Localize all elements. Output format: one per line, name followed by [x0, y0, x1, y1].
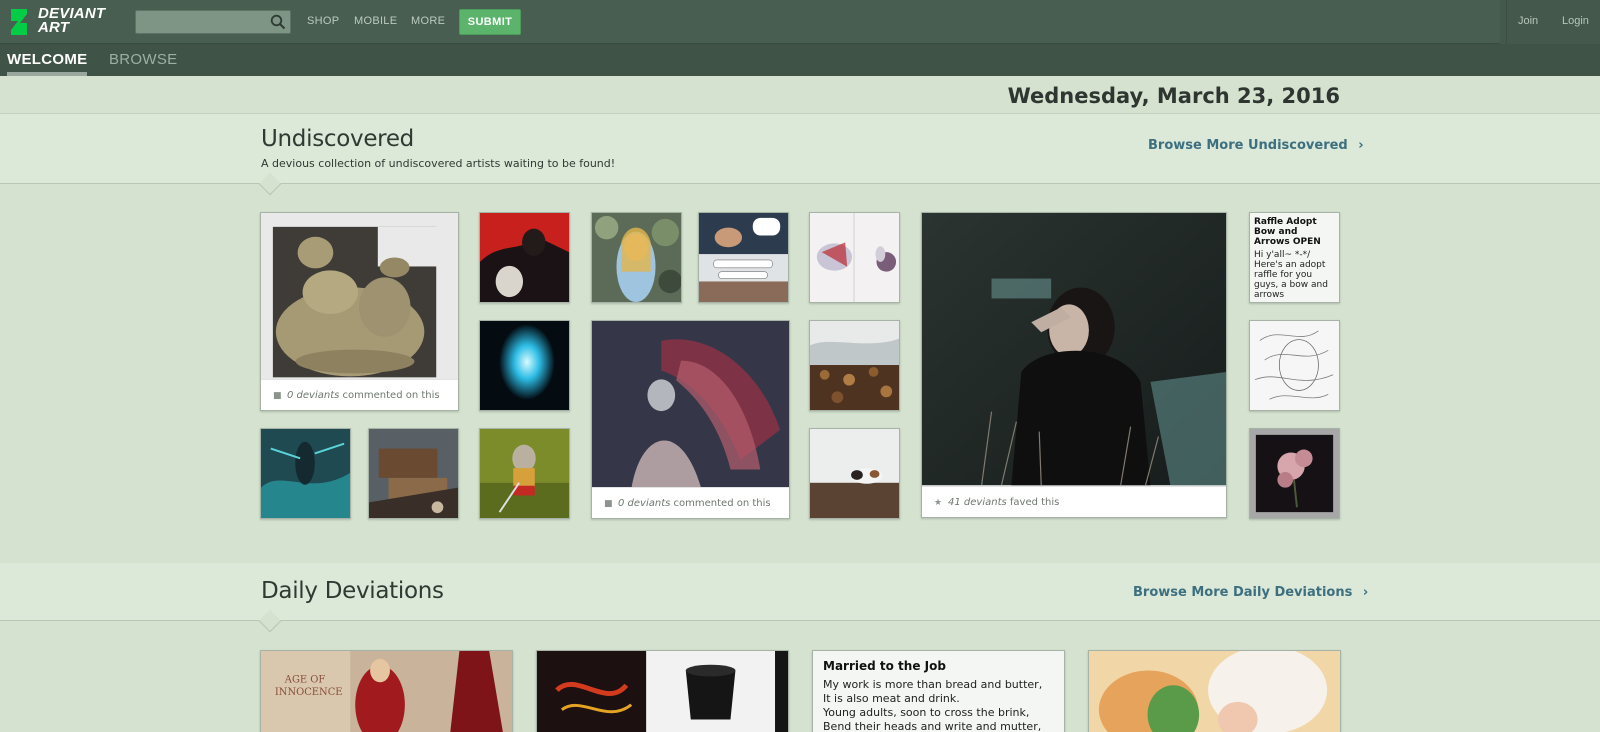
artwork-image: AGE OF INNOCENCE [261, 651, 512, 732]
nav-mobile-link[interactable]: MOBILE [354, 15, 397, 27]
literature-title: Raffle Adopt Bow and Arrows OPEN [1254, 217, 1321, 247]
daily-deviations-title: Daily Deviations [261, 578, 444, 604]
artwork-image [537, 651, 788, 732]
literature-excerpt: My work is more than bread and butter, I… [823, 678, 1043, 732]
comment-icon: ■ [604, 499, 613, 509]
deviation-thumbnail[interactable] [591, 212, 682, 303]
browse-more-daily-deviations-link[interactable]: Browse More Daily Deviations › [1133, 585, 1368, 600]
browse-more-daily-label: Browse More Daily Deviations [1133, 585, 1353, 600]
literature-thumbnail[interactable]: Raffle Adopt Bow and Arrows OPEN Hi y'al… [1249, 212, 1340, 303]
artwork-image [1089, 651, 1340, 732]
artwork-image [592, 213, 681, 302]
fave-count: 41 deviants [948, 497, 1007, 508]
deviantart-logo[interactable]: DEVIANT ART [8, 6, 118, 38]
svg-text:INNOCENCE: INNOCENCE [275, 687, 343, 698]
artwork-image [480, 213, 569, 302]
literature-excerpt: Hi y'all~ *-*/ Here's an adopt raffle fo… [1254, 250, 1328, 300]
deviation-thumbnail[interactable] [479, 212, 570, 303]
tab-browse[interactable]: BROWSE [109, 51, 177, 68]
deviation-thumbnail[interactable] [479, 428, 570, 519]
search-icon[interactable] [270, 14, 286, 30]
deviation-thumbnail[interactable] [698, 212, 789, 303]
login-link[interactable]: Login [1562, 15, 1589, 27]
artwork-image [261, 429, 350, 518]
undiscovered-subtitle: A devious collection of undiscovered art… [261, 157, 616, 170]
nav-shop-link[interactable]: SHOP [307, 15, 339, 27]
chevron-right-icon: › [1358, 138, 1364, 153]
deviantart-logo-icon [11, 9, 27, 35]
comment-count: 0 deviants [618, 498, 671, 509]
comment-count: 0 deviants [287, 390, 340, 401]
deviation-thumbnail[interactable] [536, 650, 789, 732]
browse-more-undiscovered-link[interactable]: Browse More Undiscovered › [1148, 138, 1364, 153]
comment-label: commented on this [673, 498, 771, 509]
undiscovered-title: Undiscovered [261, 126, 414, 152]
svg-text:AGE OF: AGE OF [284, 674, 326, 685]
artwork-image [1250, 429, 1339, 518]
deviation-thumbnail[interactable] [1249, 428, 1340, 519]
thumbnail-footer: ■ 0 deviants commented on this [261, 379, 458, 410]
undiscovered-header: Undiscovered A devious collection of und… [0, 114, 1600, 196]
submit-button[interactable]: SUBMIT [459, 9, 521, 35]
nav-more-link[interactable]: MORE [411, 15, 445, 27]
date-band: Wednesday, March 23, 2016 [0, 76, 1600, 114]
search-input[interactable] [136, 11, 264, 33]
thumbnail-footer: ■ 0 deviants commented on this [592, 487, 789, 518]
page-date: Wednesday, March 23, 2016 [1007, 84, 1340, 108]
deviation-thumbnail[interactable]: ■ 0 deviants commented on this [591, 320, 790, 519]
artwork-image [810, 213, 899, 302]
artwork-image [1250, 321, 1339, 410]
artwork-image [922, 213, 1226, 486]
auth-divider [1506, 0, 1507, 44]
deviation-thumbnail[interactable] [809, 320, 900, 411]
section-notch [258, 609, 282, 633]
thumbnail-footer: ★ 41 deviants faved this [922, 486, 1226, 517]
artwork-image [480, 429, 569, 518]
search-box[interactable] [135, 10, 291, 34]
tab-welcome[interactable]: WELCOME [7, 51, 87, 68]
chevron-right-icon: › [1362, 585, 1369, 600]
deviation-thumbnail[interactable] [1249, 320, 1340, 411]
deviation-thumbnail[interactable] [260, 428, 351, 519]
comment-icon: ■ [273, 391, 282, 401]
deviation-thumbnail[interactable]: ■ 0 deviants commented on this [260, 212, 459, 411]
section-tab-bar: WELCOME BROWSE [0, 44, 1600, 76]
literature-thumbnail[interactable]: Married to the Job My work is more than … [812, 650, 1065, 732]
artwork-image [810, 321, 899, 410]
section-notch [258, 172, 282, 196]
deviation-thumbnail[interactable]: ★ 41 deviants faved this [921, 212, 1227, 518]
fave-label: faved this [1009, 497, 1060, 508]
deviation-thumbnail[interactable] [809, 212, 900, 303]
artwork-image [699, 213, 788, 302]
artwork-image [480, 321, 569, 410]
star-icon: ★ [934, 498, 943, 508]
deviation-thumbnail[interactable]: AGE OF INNOCENCE [260, 650, 513, 732]
artwork-image [810, 429, 899, 518]
deviation-thumbnail[interactable] [809, 428, 900, 519]
literature-title: Married to the Job [823, 659, 946, 673]
artwork-image [369, 429, 458, 518]
browse-more-undiscovered-label: Browse More Undiscovered [1148, 138, 1348, 153]
deviation-thumbnail[interactable] [1088, 650, 1341, 732]
logo-wordmark: DEVIANT ART [38, 5, 106, 36]
top-navigation-bar: DEVIANT ART SHOP MOBILE MORE SUBMIT Join… [0, 0, 1600, 44]
join-link[interactable]: Join [1518, 15, 1538, 27]
deviation-thumbnail[interactable] [368, 428, 459, 519]
comment-label: commented on this [342, 390, 440, 401]
daily-deviations-header: Daily Deviations Browse More Daily Devia… [0, 563, 1600, 633]
deviation-thumbnail[interactable] [479, 320, 570, 411]
